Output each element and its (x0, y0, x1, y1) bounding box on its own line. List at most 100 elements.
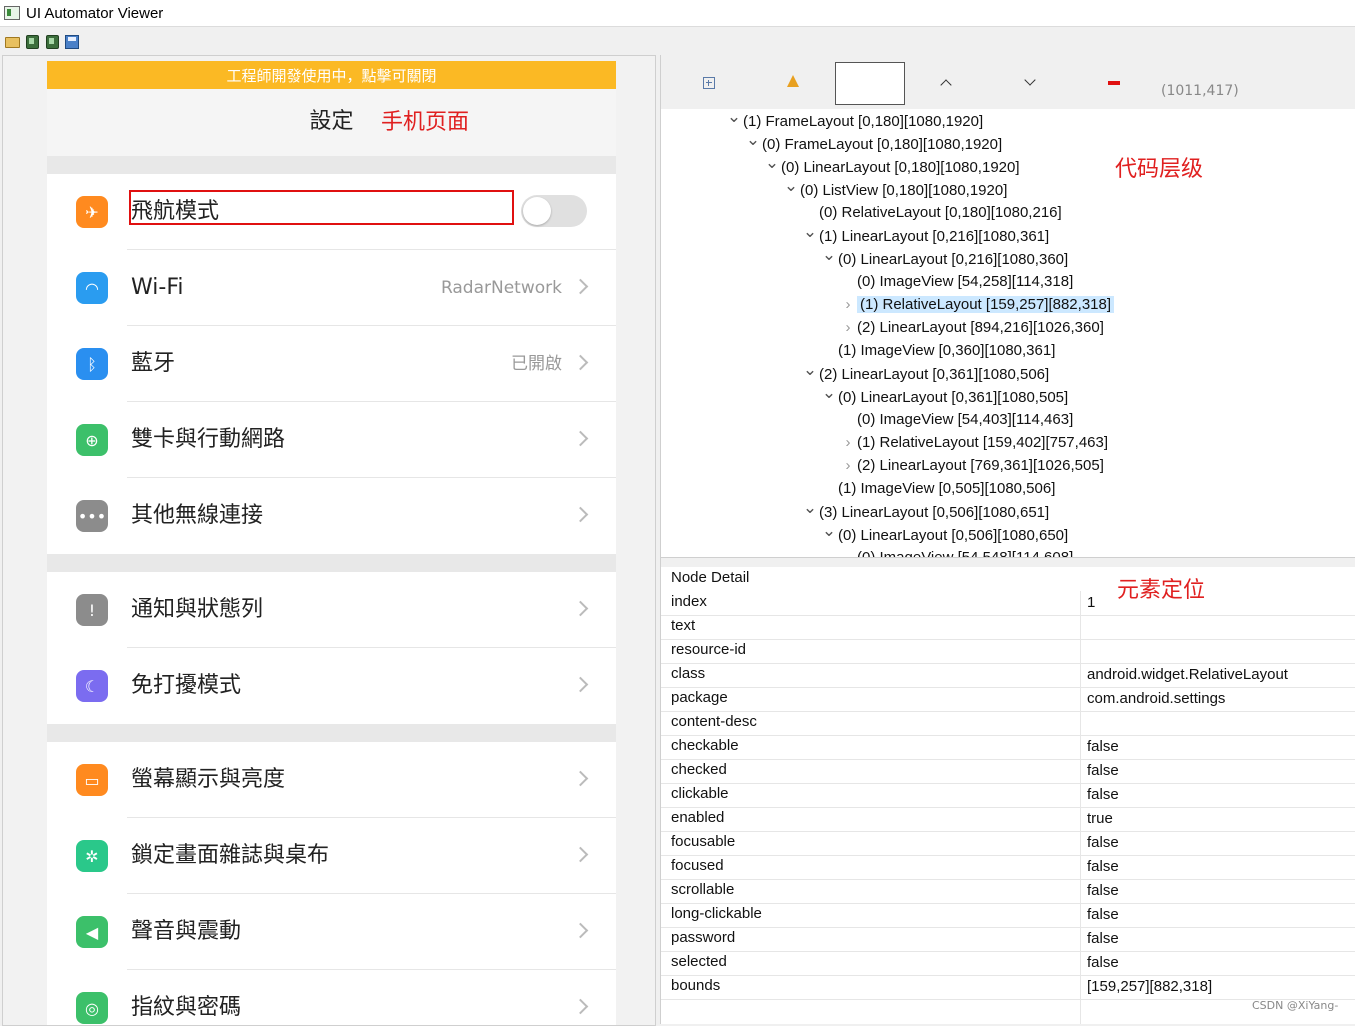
detail-row[interactable]: class android.widget.RelativeLayout (661, 663, 1355, 688)
tree-node-label: (0) LinearLayout [0,506][1080,650] (838, 527, 1069, 544)
tree-node[interactable]: (0) ImageView [54,403][114,463] (839, 409, 1073, 431)
tree-node[interactable]: (0) ImageView [54,258][114,318] (839, 271, 1073, 293)
chevron-down-icon[interactable] (1024, 74, 1036, 86)
detail-row[interactable]: index 1 (661, 591, 1355, 616)
tree-node[interactable]: (0) RelativeLayout [0,180][1080,216] (801, 202, 1062, 224)
detail-key: package (671, 689, 728, 706)
hierarchy-toolbar: (1011,417) (661, 55, 1355, 109)
settings-row[interactable]: ✲ 鎖定畫面雜誌與桌布 (47, 818, 616, 894)
settings-row[interactable]: ••• 其他無線連接 (47, 478, 616, 554)
expand-chevron-icon[interactable] (801, 501, 819, 524)
tree-node[interactable]: (1) ImageView [0,505][1080,506] (820, 478, 1055, 500)
settings-row[interactable]: ⊕ 雙卡與行動網路 (47, 402, 616, 478)
settings-row-value: 已開啟 (511, 354, 562, 374)
tree-node[interactable]: (0) LinearLayout [0,180][1080,1920] (763, 156, 1020, 178)
detail-value: false (1087, 858, 1119, 875)
detail-key: class (671, 665, 706, 682)
expand-chevron-icon[interactable] (782, 179, 800, 202)
settings-row-label: 聲音與震動 (131, 919, 242, 944)
selected-node-highlight (129, 190, 514, 225)
detail-row[interactable]: selected false (661, 951, 1355, 976)
tree-node[interactable]: (0) ImageView [54,548][114,608] (839, 547, 1073, 557)
tree-node[interactable]: (3) LinearLayout [0,506][1080,651] (801, 501, 1049, 523)
expand-chevron-icon[interactable] (801, 363, 819, 386)
detail-row[interactable]: focused false (661, 855, 1355, 880)
tree-node[interactable]: (0) LinearLayout [0,216][1080,360] (820, 248, 1068, 270)
detail-row[interactable]: resource-id (661, 639, 1355, 664)
expand-chevron-icon[interactable] (744, 133, 762, 156)
detail-row[interactable]: enabled true (661, 807, 1355, 832)
settings-row[interactable]: ◠ Wi-Fi RadarNetwork (47, 250, 616, 326)
tree-node[interactable]: (1) RelativeLayout [159,402][757,463] (839, 432, 1108, 454)
detail-row[interactable]: scrollable false (661, 879, 1355, 904)
settings-group: ▭ 螢幕顯示與亮度 ✲ 鎖定畫面雜誌與桌布 ◀ 聲音與震動 ◎ 指紋與密碼 (47, 742, 616, 1025)
tree-node-label: (2) LinearLayout [894,216][1026,360] (857, 319, 1104, 336)
clear-icon[interactable] (1108, 81, 1120, 85)
settings-row[interactable]: ✈ 飛航模式 (47, 174, 616, 250)
detail-row[interactable]: content-desc (661, 711, 1355, 736)
detail-key: checked (671, 761, 727, 778)
detail-row[interactable]: package com.android.settings (661, 687, 1355, 712)
folder-open-icon[interactable] (4, 34, 20, 50)
detail-value: false (1087, 954, 1119, 971)
tree-node[interactable]: (0) LinearLayout [0,506][1080,650] (820, 524, 1068, 546)
settings-row-label: 其他無線連接 (131, 503, 264, 528)
node-filter-field[interactable] (835, 62, 905, 105)
detail-row[interactable]: checked false (661, 759, 1355, 784)
warning-icon[interactable] (787, 75, 799, 87)
settings-group: ✈ 飛航模式 ◠ Wi-Fi RadarNetwork ᛒ 藍牙 已開啟 ⊕ 雙卡與行動網路 •••… (47, 174, 616, 554)
pinwheel-icon: ✲ (76, 840, 108, 872)
collapse-chevron-icon[interactable] (839, 455, 857, 477)
expand-chevron-icon[interactable] (801, 225, 819, 248)
settings-row-label: 通知與狀態列 (131, 597, 264, 622)
airplane-mode-toggle[interactable] (521, 195, 587, 227)
tree-node-label: (0) RelativeLayout [0,180][1080,216] (819, 204, 1062, 221)
tree-node-label: (0) LinearLayout [0,361][1080,505] (838, 389, 1069, 406)
settings-row[interactable]: ☾ 免打擾模式 (47, 648, 616, 724)
tree-node[interactable]: (0) ListView [0,180][1080,1920] (782, 179, 1007, 201)
detail-key: selected (671, 953, 727, 970)
detail-row[interactable]: password false (661, 927, 1355, 952)
expand-all-icon[interactable] (703, 77, 715, 89)
settings-row[interactable]: ◎ 指紋與密碼 (47, 970, 616, 1025)
detail-row[interactable]: focusable false (661, 831, 1355, 856)
settings-row[interactable]: ▭ 螢幕顯示與亮度 (47, 742, 616, 818)
collapse-chevron-icon[interactable] (839, 294, 857, 316)
hierarchy-tree[interactable]: 代码层级 (1) FrameLayout [0,180][1080,1920] (… (667, 109, 1355, 557)
settings-row[interactable]: ! 通知與狀態列 (47, 572, 616, 648)
tree-node[interactable]: (0) LinearLayout [0,361][1080,505] (820, 386, 1068, 408)
collapse-chevron-icon[interactable] (839, 317, 857, 339)
tree-node[interactable]: (0) FrameLayout [0,180][1080,1920] (744, 133, 1002, 155)
expand-chevron-icon[interactable] (725, 110, 743, 133)
tree-node-label: (3) LinearLayout [0,506][1080,651] (819, 504, 1050, 521)
coordinate-readout: (1011,417) (1161, 83, 1239, 99)
detail-row[interactable]: text (661, 615, 1355, 640)
detail-row[interactable]: long-clickable false (661, 903, 1355, 928)
collapse-chevron-icon[interactable] (839, 432, 857, 454)
settings-row-label: Wi-Fi (131, 275, 184, 300)
settings-row[interactable]: ◀ 聲音與震動 (47, 894, 616, 970)
expand-chevron-icon[interactable] (820, 524, 838, 547)
chevron-right-icon (572, 354, 589, 371)
chevron-up-icon[interactable] (940, 79, 952, 91)
tree-node[interactable]: (2) LinearLayout [0,361][1080,506] (801, 363, 1049, 385)
tree-node[interactable]: (1) LinearLayout [0,216][1080,361] (801, 225, 1049, 247)
device-compressed-screenshot-icon[interactable] (44, 34, 60, 50)
tree-node[interactable]: (1) ImageView [0,360][1080,361] (820, 340, 1055, 362)
settings-row[interactable]: ᛒ 藍牙 已開啟 (47, 326, 616, 402)
expand-chevron-icon[interactable] (763, 156, 781, 179)
tree-node[interactable]: (2) LinearLayout [769,361][1026,505] (839, 455, 1104, 477)
phone-screen[interactable]: 工程師開發使用中，點擊可關閉 設定 手机页面 ✈ 飛航模式 ◠ Wi-Fi RadarN… (47, 61, 616, 1025)
save-icon[interactable] (64, 34, 80, 50)
detail-row[interactable]: clickable false (661, 783, 1355, 808)
expand-chevron-icon[interactable] (820, 248, 838, 271)
device-screenshot-icon[interactable] (24, 34, 40, 50)
detail-row[interactable]: checkable false (661, 735, 1355, 760)
detail-row[interactable]: bounds [159,257][882,318] (661, 975, 1355, 1000)
tree-node[interactable]: (1) RelativeLayout [159,257][882,318] (839, 294, 1115, 316)
tree-node[interactable]: (1) FrameLayout [0,180][1080,1920] (725, 110, 983, 132)
tree-node[interactable]: (2) LinearLayout [894,216][1026,360] (839, 317, 1104, 339)
more-icon: ••• (76, 500, 108, 532)
expand-chevron-icon[interactable] (820, 386, 838, 409)
developer-banner[interactable]: 工程師開發使用中，點擊可關閉 (47, 61, 616, 89)
